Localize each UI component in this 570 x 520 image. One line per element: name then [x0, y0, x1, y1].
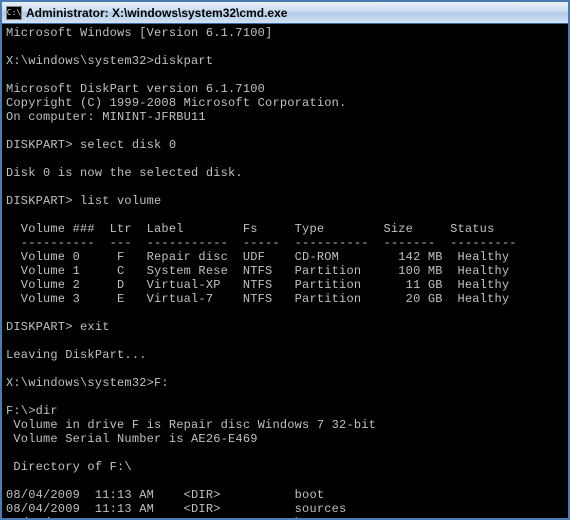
window-titlebar[interactable]: C:\ Administrator: X:\windows\system32\c…	[2, 2, 568, 24]
window-title: Administrator: X:\windows\system32\cmd.e…	[26, 6, 287, 20]
terminal-output[interactable]: Microsoft Windows [Version 6.1.7100] X:\…	[2, 24, 568, 518]
cmd-icon: C:\	[6, 6, 22, 20]
